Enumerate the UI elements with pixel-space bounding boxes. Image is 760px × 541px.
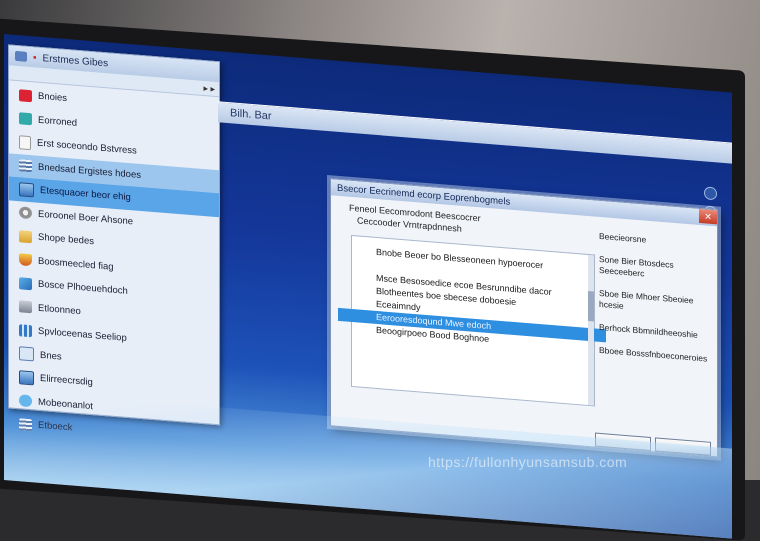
- cloud-icon: [19, 394, 32, 408]
- red-mark-icon: ▪: [33, 51, 37, 64]
- tree-item-label: Bosce Plhoeuehdoch: [38, 278, 128, 298]
- properties-dialog: Bsecor Eecrinemd ecorp Eoprenbogmels ✕ F…: [330, 178, 718, 458]
- tree-item-label: Etloonneo: [38, 302, 81, 317]
- list-icon: [19, 417, 32, 432]
- options-listbox[interactable]: Bnobe Beoer bo Blesseoneen hypoerocer Ms…: [338, 234, 606, 407]
- side-note: Berhock Bbmnildheeoshie: [599, 321, 698, 340]
- help-icon: [19, 346, 34, 362]
- tree-item-label: Bnedsad Ergistes hdoes: [38, 161, 141, 181]
- explorer-tree: Bnoies Eorroned Erst soceondo Bstvress B…: [9, 80, 219, 453]
- dialog-side-notes: Beecieorsne Sone Bier Btosdecs Seeceeber…: [599, 231, 711, 377]
- tree-item-label: Shope bedes: [38, 231, 94, 248]
- tree-item-label: Bnes: [40, 349, 62, 363]
- ok-button[interactable]: [595, 432, 651, 452]
- red-app-icon: [19, 88, 32, 103]
- shield-icon: [19, 253, 32, 267]
- tree-item-label: Eorroned: [38, 114, 78, 129]
- tree-item-label: Mobeonanlot: [38, 396, 93, 412]
- monitor-icon: [19, 181, 34, 198]
- teal-app-icon: [19, 112, 32, 126]
- tree-item-label: Eoroonel Boer Ahsone: [38, 208, 134, 228]
- side-note: Sboe Bie Mhoer Sbeoiee hcesie: [599, 287, 694, 311]
- dialog-list-panel: Ceccooder Vrntrapdnnesh Bnobe Beoer bo B…: [337, 214, 606, 407]
- watermark: https://fullonhyunsamsub.com: [428, 454, 628, 470]
- explorer-window: ▪ Erstmes Gibes ▸ ▸ Bnoies Eorroned Erst…: [8, 44, 220, 434]
- listbox-scrollbar[interactable]: [588, 254, 594, 406]
- tree-item-label: Boosmeecled fiag: [38, 255, 114, 273]
- monitor-icon: [19, 369, 34, 386]
- scrollbar-thumb[interactable]: [588, 290, 594, 322]
- side-note: Bboee Bosssfnboeconeroies: [599, 344, 708, 364]
- gear-icon: [19, 206, 32, 220]
- drive-icon: [19, 300, 32, 314]
- cancel-button[interactable]: [655, 437, 711, 456]
- grid-icon: [19, 323, 32, 338]
- picture-icon: [19, 276, 32, 291]
- address-text: Bilh. Bar: [230, 107, 272, 123]
- explorer-title: Erstmes Gibes: [42, 52, 109, 69]
- address-bar[interactable]: Bilh. Bar: [218, 101, 732, 165]
- tray-icon[interactable]: [704, 186, 717, 201]
- tree-item-label: Spvloceenas Seeliop: [38, 325, 127, 345]
- tree-item-label: Bnoies: [38, 90, 68, 105]
- close-button[interactable]: ✕: [699, 208, 717, 225]
- tree-item-label: Elirreecrsdig: [40, 373, 93, 389]
- nav-arrows-icon[interactable]: ▸ ▸: [203, 83, 215, 95]
- document-icon: [19, 134, 31, 150]
- window-icon: [15, 50, 27, 62]
- list-icon: [19, 159, 32, 173]
- tree-item-label: Erst soceondo Bstvress: [37, 137, 137, 157]
- folder-icon: [19, 229, 32, 244]
- tree-item-label: Etesquaoer beor ehig: [40, 185, 131, 204]
- tree-item-label: Etboeck: [38, 419, 73, 434]
- side-note: Sone Bier Btosdecs Seeceeberc: [599, 253, 674, 279]
